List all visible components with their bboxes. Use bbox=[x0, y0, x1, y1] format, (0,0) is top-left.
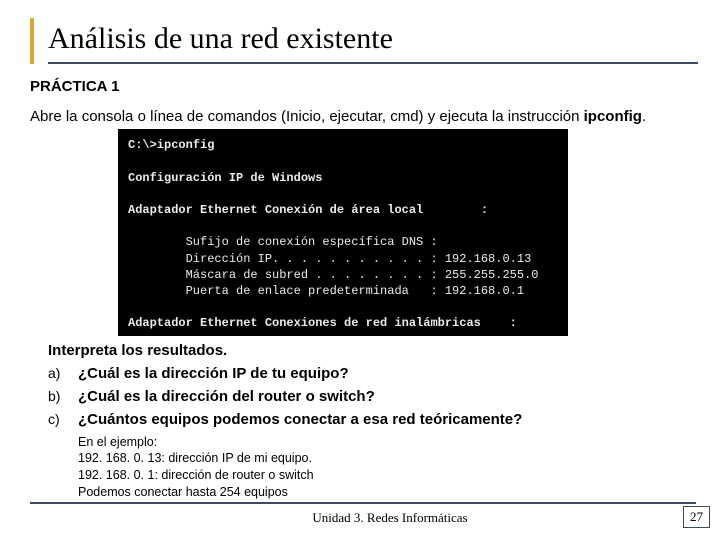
question-c-label: c) bbox=[48, 411, 78, 427]
slide: Análisis de una red existente PRÁCTICA 1… bbox=[0, 0, 720, 540]
question-b-label: b) bbox=[48, 388, 78, 404]
console-gw: Puerta de enlace predeterminada : 192.16… bbox=[128, 284, 524, 298]
console-dns: Sufijo de conexión específica DNS : bbox=[128, 235, 438, 249]
practice-label: PRÁCTICA 1 bbox=[30, 78, 698, 95]
intro-part1: Abre la consola o línea de comandos (Ini… bbox=[30, 108, 584, 125]
intro-command: ipconfig bbox=[584, 108, 642, 125]
footer-text: Unidad 3. Redes Informáticas bbox=[30, 510, 720, 526]
interpret-heading: Interpreta los resultados. bbox=[48, 342, 698, 359]
console-prompt: C:\>ipconfig bbox=[128, 138, 214, 152]
footer-divider bbox=[30, 502, 696, 504]
example-line1: En el ejemplo: bbox=[78, 434, 698, 451]
question-b: b) ¿Cuál es la dirección del router o sw… bbox=[48, 388, 698, 405]
title-accent: Análisis de una red existente bbox=[30, 18, 698, 64]
page-number: 27 bbox=[683, 506, 710, 528]
intro-part2: . bbox=[642, 108, 646, 125]
example-line3: 192. 168. 0. 1: dirección de router o sw… bbox=[78, 467, 698, 484]
question-a-text: ¿Cuál es la dirección IP de tu equipo? bbox=[78, 365, 349, 382]
intro-text: Abre la consola o línea de comandos (Ini… bbox=[30, 107, 698, 127]
console-adapter2: Adaptador Ethernet Conexiones de red ina… bbox=[128, 316, 517, 330]
console-ip: Dirección IP. . . . . . . . . . . : 192.… bbox=[128, 252, 531, 266]
question-c-text: ¿Cuántos equipos podemos conectar a esa … bbox=[78, 411, 522, 428]
question-a: a) ¿Cuál es la dirección IP de tu equipo… bbox=[48, 365, 698, 382]
slide-title: Análisis de una red existente bbox=[48, 18, 698, 64]
example-line4: Podemos conectar hasta 254 equipos bbox=[78, 484, 698, 501]
question-c: c) ¿Cuántos equipos podemos conectar a e… bbox=[48, 411, 698, 428]
console-header: Configuración IP de Windows bbox=[128, 171, 322, 185]
question-b-text: ¿Cuál es la dirección del router o switc… bbox=[78, 388, 375, 405]
question-list: a) ¿Cuál es la dirección IP de tu equipo… bbox=[48, 365, 698, 428]
console-mask: Máscara de subred . . . . . . . . : 255.… bbox=[128, 268, 538, 282]
example-block: En el ejemplo: 192. 168. 0. 13: direcció… bbox=[78, 434, 698, 502]
console-adapter1: Adaptador Ethernet Conexión de área loca… bbox=[128, 203, 488, 217]
question-a-label: a) bbox=[48, 365, 78, 381]
console-screenshot: C:\>ipconfig Configuración IP de Windows… bbox=[118, 129, 568, 335]
example-line2: 192. 168. 0. 13: dirección IP de mi equi… bbox=[78, 450, 698, 467]
